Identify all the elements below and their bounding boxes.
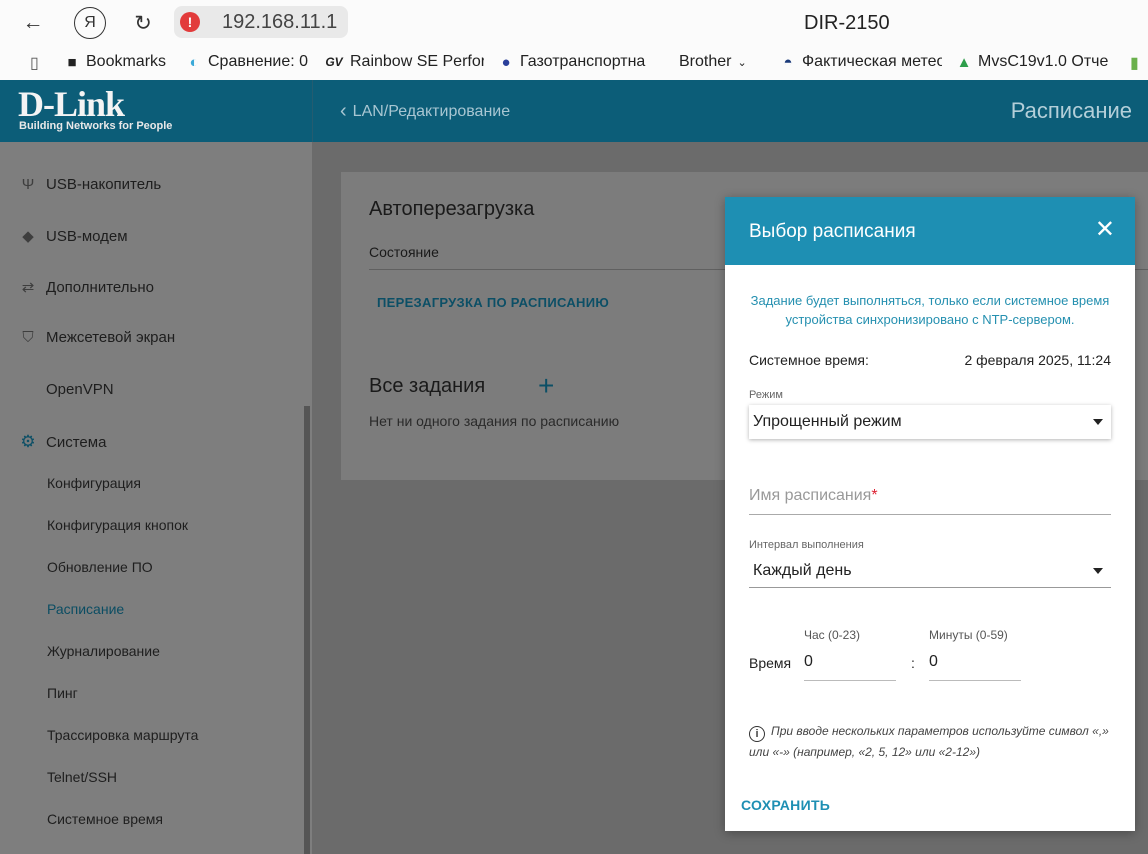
sidebar-item-openvpn[interactable]: OpenVPN [20,381,114,398]
interval-value: Каждый день [753,562,852,579]
yandex-icon[interactable]: Я [74,7,106,39]
sidebar-subitem-telnet-ssh[interactable]: Telnet/SSH [47,769,117,785]
system-time-value: 2 февраля 2025, 11:24 [964,352,1111,368]
bookmark-item[interactable]: ■ Bookmarks [64,53,174,71]
system-time-label: Системное время: [749,352,869,368]
bookmark-item[interactable]: GV Rainbow SE Perfor [324,53,484,71]
browser-chrome: ← Я ↻ ! 192.168.11.1 DIR-2150 ▯ ■ Bookmar… [0,0,1148,80]
bookmarks-bar: ▯ ■ Bookmarks ◐ Сравнение: 0 GV Rainbow SE … [0,48,1148,80]
chevron-down-icon: ⌄ [737,56,747,69]
page-title: DIR-2150 [804,12,890,34]
sidebar-subitem-traceroute[interactable]: Трассировка маршрута [47,727,198,743]
logo-tagline: Building Networks for People [19,120,173,132]
scheduled-reboot-link[interactable]: ПЕРЕЗАГРУЗКА ПО РАСПИСАНИЮ [377,295,609,310]
header-title: Расписание [1010,98,1132,123]
sidebar-item-advanced[interactable]: ⇄ Дополнительно [20,278,154,297]
ntp-note: Задание будет выполняться, только если с… [750,293,1110,327]
reload-icon[interactable]: ↻ [128,8,158,38]
sidebar-subitem-schedule[interactable]: Расписание [47,601,124,617]
mode-value: Упрощенный режим [753,413,902,430]
sidebar-item-system[interactable]: ⚙ Система [20,432,106,452]
shield-icon: ⛉ [22,329,34,346]
interval-label: Интервал выполнения [749,539,864,551]
sidebar-subitem-configuration[interactable]: Конфигурация [47,475,141,491]
arrows-icon: ⇄ [21,279,35,296]
bookmark-item[interactable]: ▲ MvsC19v1.0 Отче [956,53,1114,71]
empty-tasks-text: Нет ни одного задания по расписанию [369,413,620,429]
sidebar-subitem-button-config[interactable]: Конфигурация кнопок [47,517,188,533]
info-icon: i [749,726,765,742]
gv-logo-icon: GV [325,55,343,69]
back-arrow-icon[interactable]: ← [18,8,48,38]
header-divider [312,80,313,142]
flame-icon: ● [501,53,511,71]
address-bar[interactable]: ! 192.168.11.1 [174,6,348,38]
mode-label: Режим [749,389,783,401]
app-header: D-Link Building Networks for People ‹ LA… [0,80,1148,142]
dlink-logo[interactable]: D-Link Building Networks for People [0,80,312,142]
schedule-dialog: Выбор расписания ✕ Задание будет выполня… [725,197,1135,831]
dialog-header: Выбор расписания ✕ [725,197,1135,265]
add-task-icon[interactable]: + [538,370,554,402]
card-title: Автоперезагрузка [369,198,535,220]
minute-label: Минуты (0-59) [929,628,1008,642]
interval-select[interactable]: Каждый день [749,554,1111,588]
browser-toolbar: ← Я ↻ ! 192.168.11.1 DIR-2150 [0,0,1148,46]
url-text: 192.168.11.1 [222,11,338,33]
mode-select[interactable]: Упрощенный режим [749,405,1111,439]
time-separator: : [911,655,915,671]
modem-icon: ◆ [22,228,34,245]
time-label: Время [749,655,792,671]
bookmark-item[interactable]: ◓ Фактическая метео [780,53,942,71]
close-icon[interactable]: ✕ [1095,215,1115,244]
name-placeholder: Имя расписания [749,487,872,504]
drive-icon: ▲ [956,53,972,71]
schedule-name-input[interactable]: Имя расписания* [749,479,1111,515]
drop-icon: ◐ [189,53,199,71]
sidebar-item-usb-modem[interactable]: ◆ USB-модем [20,227,127,246]
back-link[interactable]: ‹ LAN/Редактирование [340,100,510,123]
sidebar-item-firewall[interactable]: ⛉ Межсетевой экран [20,329,175,346]
sidebar-scrollbar[interactable] [304,406,310,854]
page-icon[interactable]: ▯ [30,53,39,73]
sidebar-item-usb-storage[interactable]: Ψ USB-накопитель [20,176,161,193]
sidebar-subitem-system-time[interactable]: Системное время [47,811,163,827]
sidebar: Ψ USB-накопитель ◆ USB-модем ⇄ Дополнительн… [0,142,312,854]
logo-text: D-Link [18,84,125,124]
bookmark-icon: ■ [67,53,77,71]
dialog-title: Выбор расписания [749,221,916,242]
dropdown-arrow-icon [1093,419,1103,425]
weather-icon: ◓ [783,53,793,71]
bookmark-item[interactable]: ● Газотранспортна [498,53,656,71]
warning-icon[interactable]: ! [180,12,200,32]
minute-input[interactable]: 0 [929,645,1021,681]
sidebar-subitem-firmware-update[interactable]: Обновление ПО [47,559,153,575]
hour-input[interactable]: 0 [804,645,896,681]
gear-icon: ⚙ [20,432,36,451]
overflow-icon[interactable]: ▮ [1130,53,1139,73]
back-link-label: LAN/Редактирование [352,102,511,120]
state-label: Состояние [369,244,439,260]
hour-label: Час (0-23) [804,628,861,642]
save-button[interactable]: СОХРАНИТЬ [741,797,830,813]
bookmark-item[interactable]: ◐ Сравнение: 0 [186,53,310,71]
sidebar-subitem-ping[interactable]: Пинг [47,685,78,701]
bookmark-item[interactable]: Brother ⌄ [679,53,763,71]
hint-text: При вводе нескольких параметров использу… [749,724,1109,759]
required-mark: * [871,487,878,504]
usb-icon: Ψ [21,176,35,193]
sidebar-subitem-logging[interactable]: Журналирование [47,643,160,659]
all-tasks-title: Все задания [369,375,486,397]
input-hint: i При вводе нескольких параметров использ… [749,721,1115,762]
chevron-left-icon: ‹ [340,100,347,122]
dropdown-arrow-icon [1093,568,1103,574]
